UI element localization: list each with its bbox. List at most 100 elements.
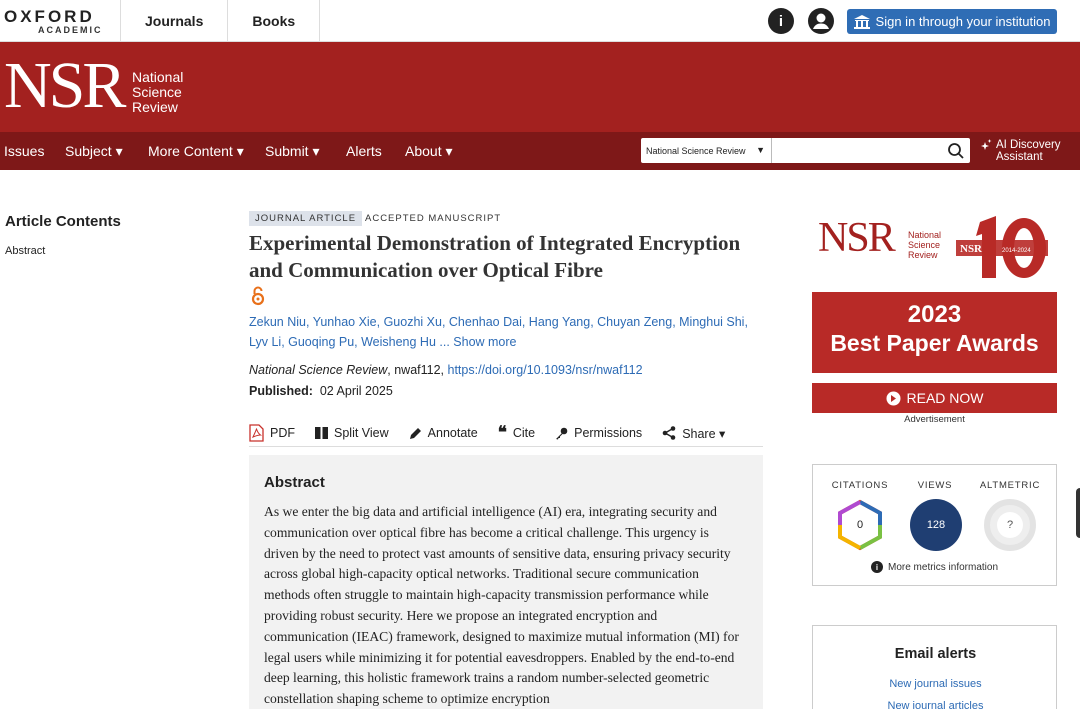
side-feedback-tab[interactable]: [1076, 488, 1080, 538]
views-label: VIEWS: [917, 480, 953, 491]
ad-sub-line1: National: [908, 230, 942, 240]
search-box: National Science Review ▼: [641, 138, 970, 163]
nav-journals[interactable]: Journals: [120, 0, 227, 42]
pdf-icon: [249, 424, 264, 442]
ai-label-line2: Assistant: [996, 151, 1043, 163]
citations-count: 0: [856, 519, 864, 531]
ad-journal-name: National Science Review: [908, 230, 941, 260]
nav-more-content[interactable]: More Content ▾: [148, 132, 244, 170]
email-alerts-panel: Email alerts New journal issues New jour…: [812, 625, 1057, 709]
brand-line1: OXFORD: [4, 7, 95, 26]
views-badge[interactable]: 128: [910, 499, 962, 551]
citations-badge[interactable]: 0: [834, 499, 886, 551]
email-alerts-heading: Email alerts: [894, 646, 977, 662]
annotate-label: Annotate: [427, 426, 478, 440]
brand-line2: ACADEMIC: [38, 25, 103, 35]
search-input[interactable]: [773, 138, 943, 163]
published-label: Published:: [249, 384, 313, 398]
views-count: 128: [926, 519, 946, 531]
nav-subject[interactable]: Subject ▾: [65, 132, 123, 170]
split-view-icon: [315, 427, 328, 439]
ad-year: 2023: [907, 301, 962, 328]
arrow-circle-icon: [886, 391, 900, 405]
svg-text:NSR: NSR: [960, 243, 983, 255]
journal-banner: NSR National Science Review: [0, 42, 1080, 132]
author-list[interactable]: Zekun Niu, Yunhao Xie, Guozhi Xu, Chenha…: [249, 312, 759, 352]
read-now-label: READ NOW: [906, 390, 984, 406]
cite-label: Cite: [512, 426, 536, 440]
article-toolbar: PDF Split View Annotate ❝ Cite Permissio…: [249, 420, 763, 447]
open-access-icon: [251, 286, 265, 306]
advertisement-label: Advertisement: [904, 414, 965, 425]
sparkle-icon: [981, 139, 992, 150]
info-icon[interactable]: i: [768, 8, 794, 34]
article-id: , nwaf112,: [387, 363, 448, 377]
article-status: ACCEPTED MANUSCRIPT: [365, 213, 502, 224]
info-icon: i: [871, 561, 883, 573]
altmetric-label: ALTMETRIC: [979, 480, 1041, 491]
caret-down-icon: ▼: [756, 145, 765, 155]
anniversary-years: 2014-2024: [1002, 248, 1031, 254]
abstract-section: Abstract As we enter the big data and ar…: [249, 455, 763, 709]
citations-label: CITATIONS: [831, 480, 889, 491]
share-button[interactable]: Share ▾: [662, 426, 725, 441]
article-title: Experimental Demonstration of Integrated…: [249, 231, 741, 282]
nav-about[interactable]: About ▾: [405, 132, 453, 170]
pdf-button[interactable]: PDF: [249, 424, 295, 442]
doi-link[interactable]: https://doi.org/10.1093/nsr/nwaf112: [448, 363, 643, 377]
search-icon[interactable]: [946, 141, 966, 161]
journal-name-italic: National Science Review: [249, 363, 388, 377]
journal-name: National Science Review: [132, 70, 183, 115]
quote-icon: ❝: [497, 423, 507, 442]
ai-label-line1: AI Discovery: [996, 139, 1061, 151]
search-scope-label: National Science Review: [646, 145, 746, 156]
new-issues-link[interactable]: New journal issues: [813, 678, 1058, 690]
search-scope-select[interactable]: National Science Review ▼: [641, 138, 772, 163]
pdf-label: PDF: [270, 426, 295, 440]
metrics-panel: CITATIONS VIEWS ALTMETRIC 0 128 ? i More…: [812, 464, 1057, 586]
oxford-academic-logo[interactable]: OXFORD ACADEMIC: [4, 8, 116, 36]
top-nav: Journals Books: [120, 0, 321, 42]
share-label: Share ▾: [682, 426, 726, 441]
journal-name-line3: Review: [132, 99, 178, 115]
best-paper-awards-banner[interactable]: 2023 Best Paper Awards: [812, 292, 1057, 373]
abstract-heading: Abstract: [264, 474, 325, 491]
published-date: 02 April 2025: [319, 384, 393, 398]
signin-institution-button[interactable]: Sign in through your institution: [847, 9, 1057, 34]
ad-nsr-logo: NSR: [818, 215, 896, 261]
split-view-button[interactable]: Split View: [315, 426, 389, 440]
nav-books[interactable]: Books: [227, 0, 321, 42]
permissions-label: Permissions: [574, 426, 643, 440]
tenth-anniversary-logo: NSR 2014-2024: [956, 216, 1048, 278]
journal-name-line2: Science: [132, 84, 182, 100]
account-icon[interactable]: [808, 8, 834, 34]
nav-alerts[interactable]: Alerts: [346, 132, 382, 170]
published-line: Published: 02 April 2025: [249, 384, 393, 398]
citation-line: National Science Review, nwaf112, https:…: [249, 363, 643, 377]
article-type-badge: JOURNAL ARTICLE: [249, 211, 363, 226]
split-view-label: Split View: [334, 426, 389, 440]
journal-name-line1: National: [132, 69, 184, 85]
more-metrics-link[interactable]: i More metrics information: [871, 561, 998, 573]
ad-headline: Best Paper Awards: [830, 330, 1039, 356]
pencil-icon: [409, 427, 421, 439]
sidebar-item-abstract[interactable]: Abstract: [5, 245, 45, 257]
new-articles-link[interactable]: New journal articles: [813, 700, 1058, 709]
signin-label: Sign in through your institution: [875, 14, 1051, 29]
permissions-button[interactable]: Permissions: [555, 426, 642, 440]
nav-submit[interactable]: Submit ▾: [265, 132, 320, 170]
key-icon: [556, 427, 568, 439]
more-metrics-label: More metrics information: [888, 561, 999, 573]
journal-logo[interactable]: NSR: [4, 53, 126, 119]
nav-issues[interactable]: Issues: [4, 132, 44, 170]
ai-discovery-assistant[interactable]: AI Discovery Assistant: [980, 139, 1061, 163]
ad-sub-line3: Review: [908, 250, 938, 260]
altmetric-badge[interactable]: ?: [984, 499, 1036, 551]
cite-button[interactable]: ❝ Cite: [497, 423, 536, 442]
share-icon: [662, 426, 676, 440]
article-contents-title: Article Contents: [5, 213, 121, 230]
ad-sub-line2: Science: [908, 240, 941, 250]
annotate-button[interactable]: Annotate: [409, 426, 478, 440]
read-now-button[interactable]: READ NOW: [812, 383, 1057, 413]
advertisement-banner[interactable]: NSR National Science Review NSR 2014-202…: [812, 208, 1057, 292]
